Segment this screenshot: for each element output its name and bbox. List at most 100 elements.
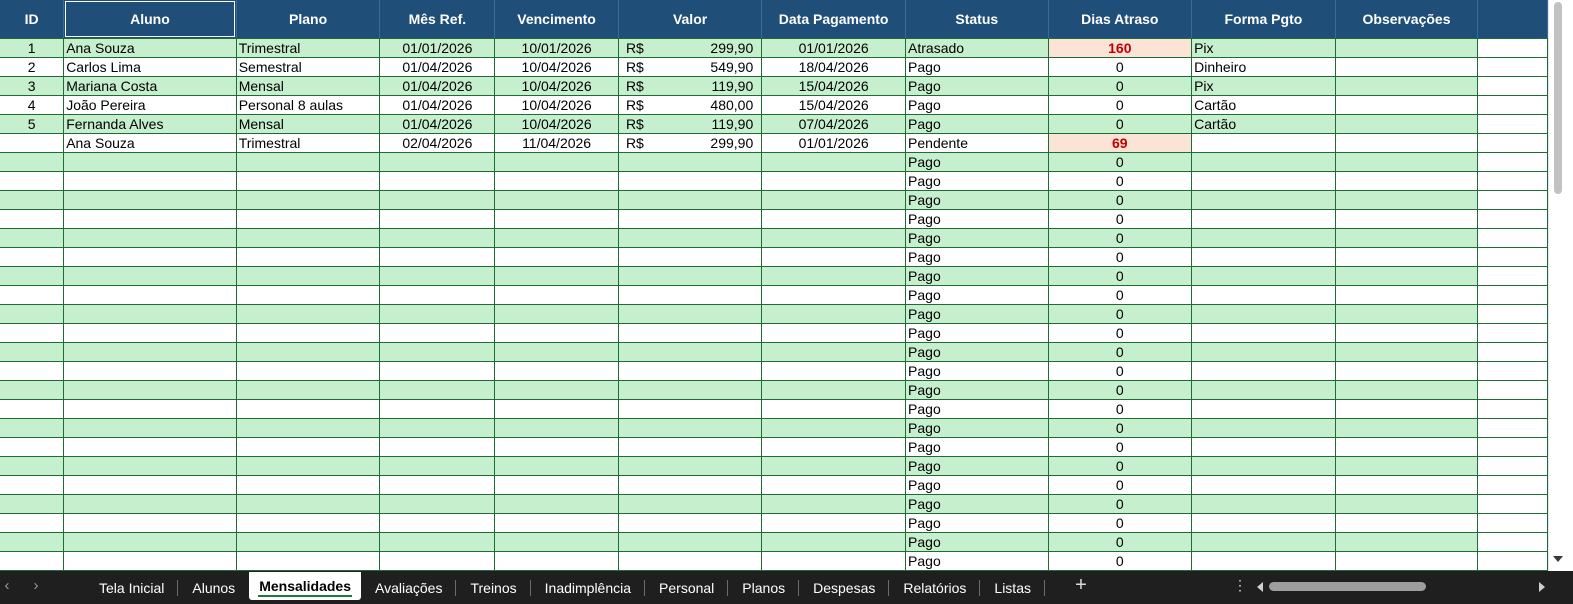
- cell-forma-pgto[interactable]: [1191, 456, 1336, 476]
- cell-mes-ref[interactable]: [379, 494, 496, 514]
- sheet-grid[interactable]: ID Aluno Plano Mês Ref. Vencimento Valor…: [0, 0, 1548, 571]
- cell-status[interactable]: Pago: [905, 152, 1049, 172]
- cell-dias-atraso[interactable]: 0: [1048, 209, 1193, 229]
- cell-dias-atraso[interactable]: 0: [1048, 494, 1193, 514]
- cell-valor[interactable]: [618, 171, 763, 191]
- cell-observacoes[interactable]: [1335, 304, 1479, 324]
- cell-mes-ref[interactable]: 01/01/2026: [379, 38, 496, 58]
- cell-status[interactable]: Pendente: [905, 133, 1049, 153]
- cell-dias-atraso[interactable]: 0: [1048, 152, 1193, 172]
- cell-plano[interactable]: [236, 304, 381, 324]
- cell-observacoes[interactable]: [1335, 532, 1479, 552]
- cell-id[interactable]: [0, 456, 65, 476]
- cell-status[interactable]: Pago: [905, 209, 1049, 229]
- cell-id[interactable]: [0, 133, 65, 153]
- cell-status[interactable]: Pago: [905, 323, 1049, 343]
- unused-cell[interactable]: [1477, 323, 1548, 343]
- cell-forma-pgto[interactable]: [1191, 437, 1336, 457]
- cell-aluno[interactable]: [63, 342, 237, 362]
- unused-cell[interactable]: [1477, 228, 1548, 248]
- cell-valor[interactable]: [618, 399, 763, 419]
- cell-aluno[interactable]: [63, 475, 237, 495]
- cell-aluno[interactable]: [63, 456, 237, 476]
- cell-observacoes[interactable]: [1335, 285, 1479, 305]
- cell-valor[interactable]: [618, 437, 763, 457]
- cell-dias-atraso[interactable]: 0: [1048, 76, 1193, 96]
- cell-data-pagamento[interactable]: [761, 190, 907, 210]
- header-cell-status[interactable]: Status: [905, 0, 1049, 39]
- cell-aluno[interactable]: Fernanda Alves: [63, 114, 237, 134]
- cell-dias-atraso[interactable]: 0: [1048, 342, 1193, 362]
- cell-vencimento[interactable]: 10/04/2026: [494, 76, 619, 96]
- cell-id[interactable]: [0, 494, 65, 514]
- cell-data-pagamento[interactable]: [761, 342, 907, 362]
- cell-aluno[interactable]: [63, 418, 237, 438]
- unused-cell[interactable]: [1477, 76, 1548, 96]
- cell-mes-ref[interactable]: [379, 266, 496, 286]
- header-cell-mes-ref[interactable]: Mês Ref.: [379, 0, 496, 39]
- cell-dias-atraso[interactable]: 0: [1048, 247, 1193, 267]
- unused-cell[interactable]: [1477, 57, 1548, 77]
- cell-data-pagamento[interactable]: [761, 171, 907, 191]
- cell-plano[interactable]: [236, 437, 381, 457]
- cell-observacoes[interactable]: [1335, 456, 1479, 476]
- cell-observacoes[interactable]: [1335, 247, 1479, 267]
- cell-mes-ref[interactable]: [379, 342, 496, 362]
- header-cell-vencimento[interactable]: Vencimento: [494, 0, 619, 39]
- cell-status[interactable]: Atrasado: [905, 38, 1049, 58]
- cell-data-pagamento[interactable]: [761, 285, 907, 305]
- cell-observacoes[interactable]: [1335, 437, 1479, 457]
- cell-aluno[interactable]: [63, 380, 237, 400]
- cell-id[interactable]: [0, 532, 65, 552]
- cell-forma-pgto[interactable]: [1191, 380, 1336, 400]
- cell-vencimento[interactable]: [494, 247, 619, 267]
- cell-dias-atraso[interactable]: 0: [1048, 57, 1193, 77]
- cell-valor[interactable]: [618, 456, 763, 476]
- cell-observacoes[interactable]: [1335, 76, 1479, 96]
- cell-id[interactable]: [0, 228, 65, 248]
- cell-plano[interactable]: Mensal: [236, 76, 381, 96]
- cell-vencimento[interactable]: [494, 494, 619, 514]
- cell-id[interactable]: [0, 551, 65, 571]
- cell-data-pagamento[interactable]: [761, 399, 907, 419]
- cell-vencimento[interactable]: [494, 285, 619, 305]
- cell-id[interactable]: [0, 361, 65, 381]
- cell-dias-atraso[interactable]: 0: [1048, 475, 1193, 495]
- cell-valor[interactable]: [618, 418, 763, 438]
- cell-aluno[interactable]: Carlos Lima: [63, 57, 237, 77]
- sheet-tab-mensalidades[interactable]: Mensalidades: [249, 571, 362, 600]
- cell-vencimento[interactable]: 10/04/2026: [494, 95, 619, 115]
- cell-vencimento[interactable]: [494, 190, 619, 210]
- cell-status[interactable]: Pago: [905, 95, 1049, 115]
- cell-valor[interactable]: [618, 494, 763, 514]
- cell-dias-atraso[interactable]: 0: [1048, 437, 1193, 457]
- unused-column[interactable]: [1477, 0, 1548, 39]
- cell-aluno[interactable]: [63, 190, 237, 210]
- cell-valor[interactable]: [618, 247, 763, 267]
- cell-valor[interactable]: R$ 549,90: [618, 57, 763, 77]
- cell-id[interactable]: [0, 475, 65, 495]
- cell-mes-ref[interactable]: [379, 304, 496, 324]
- cell-vencimento[interactable]: 10/04/2026: [494, 57, 619, 77]
- cell-mes-ref[interactable]: 01/04/2026: [379, 114, 496, 134]
- cell-plano[interactable]: [236, 228, 381, 248]
- cell-mes-ref[interactable]: 01/04/2026: [379, 76, 496, 96]
- cell-forma-pgto[interactable]: Pix: [1191, 76, 1336, 96]
- cell-id[interactable]: [0, 437, 65, 457]
- cell-mes-ref[interactable]: [379, 437, 496, 457]
- cell-data-pagamento[interactable]: [761, 456, 907, 476]
- unused-cell[interactable]: [1477, 190, 1548, 210]
- cell-forma-pgto[interactable]: [1191, 418, 1336, 438]
- sheet-tab-despesas[interactable]: Despesas: [799, 571, 890, 604]
- cell-forma-pgto[interactable]: [1191, 513, 1336, 533]
- cell-forma-pgto[interactable]: [1191, 152, 1336, 172]
- cell-forma-pgto[interactable]: [1191, 228, 1336, 248]
- cell-plano[interactable]: Trimestral: [236, 38, 381, 58]
- cell-mes-ref[interactable]: [379, 361, 496, 381]
- cell-vencimento[interactable]: [494, 418, 619, 438]
- unused-cell[interactable]: [1477, 418, 1548, 438]
- cell-status[interactable]: Pago: [905, 171, 1049, 191]
- cell-status[interactable]: Pago: [905, 247, 1049, 267]
- cell-data-pagamento[interactable]: [761, 266, 907, 286]
- cell-valor[interactable]: [618, 475, 763, 495]
